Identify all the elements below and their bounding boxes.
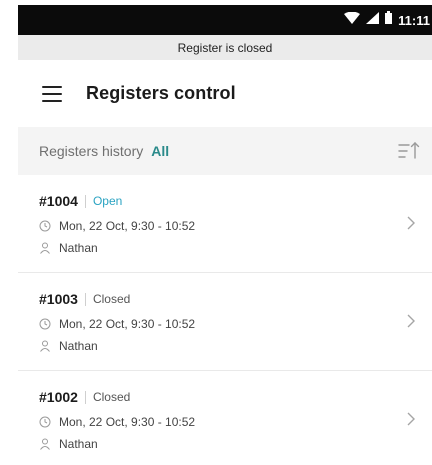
register-status: Closed: [92, 292, 131, 306]
app-screen: 11:11 Register is closed Registers contr…: [0, 0, 432, 465]
clock-icon: [39, 220, 51, 232]
divider: [84, 292, 86, 306]
clock-icon: [39, 416, 51, 428]
register-id: #1002: [39, 389, 78, 405]
app-header: Registers control: [18, 60, 432, 127]
wifi-icon: [344, 11, 361, 29]
register-item[interactable]: #1003 Closed Mon, 22 Oct, 9:30 - 10:52 N…: [18, 273, 432, 371]
status-time: 11:11: [398, 12, 430, 28]
hamburger-menu-icon[interactable]: [42, 85, 62, 102]
register-user: Nathan: [59, 241, 98, 255]
chevron-right-icon: [406, 411, 416, 427]
register-time: Mon, 22 Oct, 9:30 - 10:52: [59, 415, 196, 429]
chevron-right-icon: [406, 313, 416, 329]
banner-text: Register is closed: [177, 40, 273, 55]
registers-history-header: Registers history All: [18, 127, 432, 175]
register-status: Closed: [92, 390, 131, 404]
registers-list: #1004 Open Mon, 22 Oct, 9:30 - 10:52 Nat…: [18, 175, 432, 465]
register-item[interactable]: #1002 Closed Mon, 22 Oct, 9:30 - 10:52 N…: [18, 371, 432, 465]
status-bar: 11:11: [18, 5, 432, 35]
battery-icon: [385, 11, 393, 29]
register-time: Mon, 22 Oct, 9:30 - 10:52: [59, 317, 196, 331]
register-user: Nathan: [59, 339, 98, 353]
page-title: Registers control: [86, 83, 236, 103]
user-icon: [39, 438, 51, 450]
signal-icon: [366, 11, 380, 29]
chevron-right-icon: [406, 215, 416, 231]
user-icon: [39, 242, 51, 254]
divider: [84, 390, 86, 404]
register-status: Open: [92, 194, 123, 208]
section-title: Registers history: [39, 143, 144, 159]
register-id: #1003: [39, 291, 78, 307]
divider: [84, 194, 86, 208]
filter-all-link[interactable]: All: [151, 143, 169, 159]
sort-icon[interactable]: [396, 140, 422, 162]
clock-icon: [39, 318, 51, 330]
register-time: Mon, 22 Oct, 9:30 - 10:52: [59, 219, 196, 233]
register-user: Nathan: [59, 437, 98, 451]
register-status-banner: Register is closed: [18, 35, 432, 60]
user-icon: [39, 340, 51, 352]
register-id: #1004: [39, 193, 78, 209]
register-item[interactable]: #1004 Open Mon, 22 Oct, 9:30 - 10:52 Nat…: [18, 175, 432, 273]
